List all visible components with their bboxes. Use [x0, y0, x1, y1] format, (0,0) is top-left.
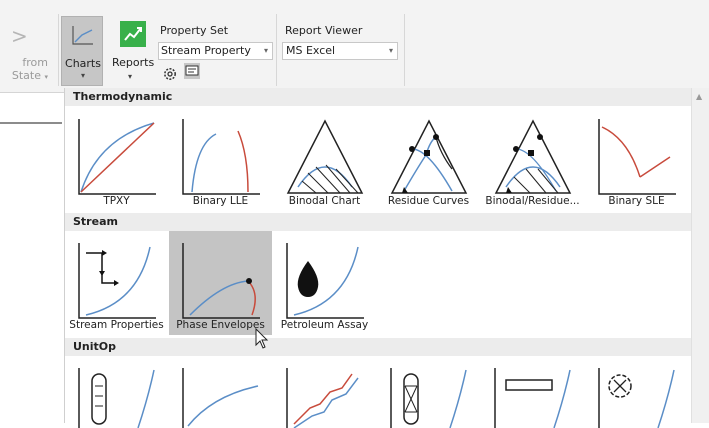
gallery-item-label: Residue Curves [387, 195, 470, 207]
gallery-item-unitop-column[interactable] [65, 356, 168, 428]
gallery-scrollbar[interactable]: ▲ [691, 88, 709, 423]
reactor-icon [390, 368, 467, 428]
report-icon[interactable] [184, 63, 200, 79]
from-label: from [22, 56, 48, 69]
gallery-item-label: Binodal Chart [288, 195, 361, 207]
chevron-down-icon: ▾ [44, 73, 48, 81]
binary-lle-chart-icon [182, 119, 260, 195]
chevron-down-icon: ▾ [80, 71, 85, 80]
left-pane-divider [0, 122, 62, 124]
chevron-down-icon: ▾ [263, 46, 268, 55]
gallery-item-unitop-reactor[interactable] [377, 356, 480, 428]
binodal-residue-icon [494, 119, 572, 194]
gallery-item-label: Stream Properties [69, 319, 164, 331]
reports-icon [120, 21, 146, 47]
residue-curves-icon [390, 119, 468, 194]
mixer-icon [598, 368, 675, 428]
binary-sle-chart-icon [598, 119, 676, 195]
profile-chart-icon [286, 368, 359, 428]
chevron-down-icon: ▾ [388, 46, 393, 55]
gallery-item-binodal-residue[interactable]: Binodal/Residue... [481, 107, 584, 211]
curve-chart-icon [182, 368, 259, 428]
report-viewer-label: Report Viewer [285, 24, 363, 37]
mouse-cursor-icon [255, 328, 269, 349]
report-viewer-select[interactable]: MS Excel ▾ [282, 42, 398, 60]
state-label: State [11, 69, 41, 82]
property-set-value: Stream Property [161, 44, 251, 57]
gallery-item-unitop-profile[interactable] [273, 356, 376, 428]
gallery-item-unitop-exchanger[interactable] [481, 356, 584, 428]
binodal-chart-icon [286, 119, 364, 194]
category-stream: Stream [65, 213, 691, 231]
gallery-item-label: Binary SLE [608, 195, 665, 207]
gallery-item-label: TPXY [103, 195, 130, 207]
gallery-item-label: Binodal/Residue... [485, 195, 580, 207]
ribbon-separator [404, 14, 405, 86]
charts-button[interactable]: Charts ▾ [61, 16, 103, 86]
chevron-right-icon: > [11, 24, 28, 48]
gallery-item-binodal-chart[interactable]: Binodal Chart [273, 107, 376, 211]
report-viewer-value: MS Excel [286, 44, 336, 57]
gear-icon[interactable] [162, 66, 178, 82]
gallery-item-stream-properties[interactable]: Stream Properties [65, 231, 168, 335]
phase-envelopes-icon [182, 243, 260, 319]
column-icon [78, 368, 155, 428]
chevron-down-icon: ▾ [128, 72, 133, 81]
ribbon-separator [276, 14, 277, 86]
gallery-item-phase-envelopes[interactable]: Phase Envelopes [169, 231, 272, 335]
chart-icon [72, 26, 93, 45]
reports-button[interactable]: Reports ▾ [110, 18, 158, 84]
gallery-item-binary-lle[interactable]: Binary LLE [169, 107, 272, 211]
gallery-item-tpxy[interactable]: TPXY [65, 107, 168, 211]
property-set-label: Property Set [160, 24, 229, 37]
gallery-item-residue-curves[interactable]: Residue Curves [377, 107, 480, 211]
gallery-item-binary-sle[interactable]: Binary SLE [585, 107, 688, 211]
petroleum-assay-icon [286, 243, 364, 319]
reports-label: Reports [112, 56, 155, 69]
ribbon: > from State ▾ Charts ▾ Reports ▾ Proper… [0, 0, 709, 93]
scroll-up-icon[interactable]: ▲ [696, 92, 702, 101]
from-state-group[interactable]: > from State ▾ [0, 0, 60, 92]
tpxy-chart-icon [78, 119, 156, 195]
stream-properties-icon [78, 243, 156, 319]
category-unitop: UnitOp [65, 338, 691, 356]
gallery-item-unitop-curve[interactable] [169, 356, 272, 428]
gallery-item-unitop-mixer[interactable] [585, 356, 688, 428]
ribbon-separator [58, 14, 59, 86]
gallery-item-label: Petroleum Assay [280, 319, 369, 331]
charts-gallery: Thermodynamic TPXY Binary LLE Binodal Ch… [64, 88, 709, 428]
charts-label: Charts [65, 57, 101, 70]
gallery-item-label: Binary LLE [192, 195, 249, 207]
category-thermodynamic: Thermodynamic [65, 88, 691, 106]
gallery-item-petroleum-assay[interactable]: Petroleum Assay [273, 231, 376, 335]
property-set-select[interactable]: Stream Property ▾ [158, 42, 273, 60]
exchanger-icon [494, 368, 571, 428]
